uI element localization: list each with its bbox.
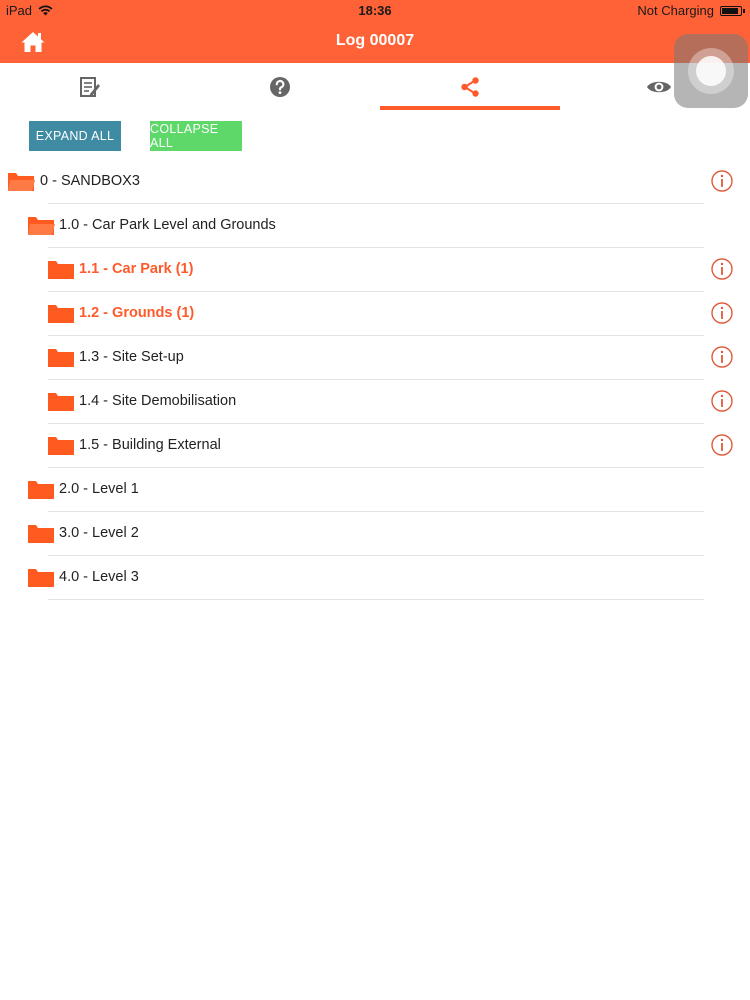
folder-open-icon <box>28 217 55 235</box>
page-title: Log 00007 <box>335 32 415 49</box>
status-bar: iPad 18:36 Not Charging <box>0 0 750 22</box>
tab-bar <box>0 63 750 113</box>
assistive-touch-button[interactable] <box>674 34 748 108</box>
tree-label: 1.0 - Car Park Level and Grounds <box>59 217 276 233</box>
question-icon <box>270 77 290 97</box>
folder-icon <box>28 481 54 499</box>
tree-row[interactable]: 0 - SANDBOX3 <box>0 160 750 204</box>
tree-label: 1.4 - Site Demobilisation <box>79 393 237 409</box>
folder-icon <box>48 261 74 279</box>
home-icon <box>21 32 45 52</box>
selected-tab-indicator <box>380 106 560 110</box>
battery-icon <box>720 5 745 16</box>
share-icon <box>461 77 479 97</box>
tree-label: 4.0 - Level 3 <box>59 569 139 585</box>
eye-icon <box>646 81 671 93</box>
tree-label: 1.1 - Car Park (1) <box>79 261 194 277</box>
folder-icon <box>48 349 74 367</box>
tab-help[interactable] <box>190 63 370 111</box>
tree-row[interactable]: 1.3 - Site Set-up <box>0 336 750 380</box>
tree-label: 2.0 - Level 1 <box>59 481 139 497</box>
tree-row[interactable]: 4.0 - Level 3 <box>0 556 750 600</box>
info-icon[interactable] <box>711 434 733 456</box>
edit-form-icon <box>80 77 100 97</box>
info-icon[interactable] <box>711 390 733 412</box>
tab-form[interactable] <box>0 63 180 111</box>
tree-row[interactable]: 1.4 - Site Demobilisation <box>0 380 750 424</box>
info-icon[interactable] <box>711 346 733 368</box>
expand-all-button[interactable]: EXPAND ALL <box>29 121 121 151</box>
folder-icon <box>48 437 74 455</box>
tree-label: 1.3 - Site Set-up <box>79 349 184 365</box>
row-divider <box>48 599 704 600</box>
info-icon[interactable] <box>711 258 733 280</box>
tree-row[interactable]: 2.0 - Level 1 <box>0 468 750 512</box>
navigation-bar: Log 00007 <box>0 22 750 63</box>
tree-row[interactable]: 1.5 - Building External <box>0 424 750 468</box>
tree-label: 0 - SANDBOX3 <box>40 173 140 189</box>
folder-icon <box>48 305 74 323</box>
collapse-all-button[interactable]: COLLAPSE ALL <box>150 121 242 151</box>
tree-label: 3.0 - Level 2 <box>59 525 139 541</box>
tree-row[interactable]: 1.2 - Grounds (1) <box>0 292 750 336</box>
tree-row[interactable]: 1.0 - Car Park Level and Grounds <box>0 204 750 248</box>
folder-icon <box>48 393 74 411</box>
status-right: Not Charging <box>637 3 745 18</box>
folder-icon <box>28 569 54 587</box>
tree-row[interactable]: 1.1 - Car Park (1) <box>0 248 750 292</box>
battery-status-text: Not Charging <box>637 3 714 18</box>
folder-open-icon <box>8 173 35 191</box>
folder-icon <box>28 525 54 543</box>
tree-row[interactable]: 3.0 - Level 2 <box>0 512 750 556</box>
tree-label: 1.2 - Grounds (1) <box>79 305 195 321</box>
tab-share[interactable] <box>380 63 560 111</box>
info-icon[interactable] <box>711 170 733 192</box>
info-icon[interactable] <box>711 302 733 324</box>
home-button[interactable] <box>20 30 46 54</box>
tree-label: 1.5 - Building External <box>79 437 221 453</box>
